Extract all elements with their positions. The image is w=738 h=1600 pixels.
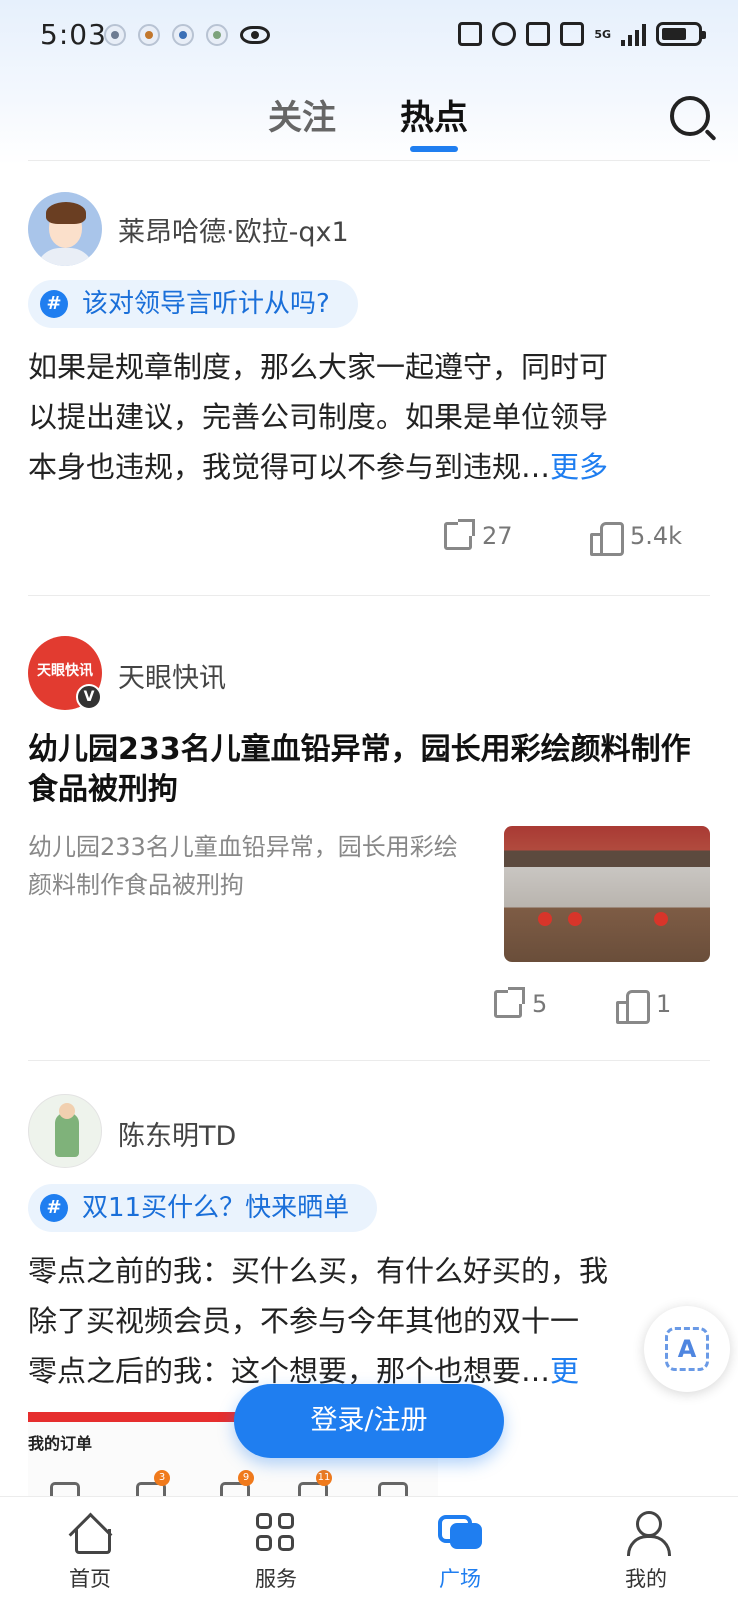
- nfc-icon: [458, 22, 483, 46]
- nav-label: 广场: [439, 1567, 481, 1591]
- login-register-button[interactable]: 登录/注册: [234, 1384, 504, 1458]
- verified-badge: V: [76, 684, 102, 710]
- like-button[interactable]: 5.4k: [590, 522, 683, 556]
- divider: [28, 160, 710, 161]
- notification-icons: [104, 24, 270, 46]
- share-button[interactable]: 27: [444, 519, 513, 550]
- status-bar: 5:03 5G: [0, 0, 738, 74]
- app-notification-icon: [104, 24, 126, 46]
- share-count: 5: [532, 990, 548, 1018]
- topic-label: 双11买什么？快来晒单: [82, 1193, 350, 1223]
- share-count: 27: [482, 522, 513, 550]
- bluetooth-icon: [526, 22, 551, 46]
- post-author[interactable]: 天眼快讯: [118, 656, 226, 695]
- post-text-tail: 本身也违规，我觉得可以不参与到违规…: [28, 450, 551, 484]
- more-link[interactable]: 更多: [550, 450, 608, 484]
- order-badge: 9: [238, 1470, 254, 1486]
- avatar-logo-text: 天眼快讯: [37, 663, 93, 679]
- thumbs-up-icon: [590, 522, 624, 556]
- avatar[interactable]: [28, 192, 102, 266]
- active-tab-indicator: [410, 146, 458, 152]
- nav-item-home[interactable]: 首页: [30, 1497, 150, 1600]
- nav-label: 首页: [69, 1567, 111, 1591]
- feed-tabs: 关注 热点: [0, 90, 738, 152]
- post-text-tail: 零点之后的我：这个想要，那个也想要…: [28, 1354, 551, 1388]
- post-text-line: 如果是规章制度，那么大家一起遵守，同时可: [28, 350, 609, 384]
- order-title: 我的订单: [28, 1434, 93, 1453]
- avatar[interactable]: [28, 1094, 102, 1168]
- nav-label: 我的: [625, 1567, 667, 1591]
- mute-icon: [560, 22, 585, 46]
- post-author[interactable]: 陈东明TD: [118, 1114, 236, 1153]
- scan-text-icon: A: [665, 1327, 709, 1371]
- nav-item-me[interactable]: 我的: [586, 1497, 706, 1600]
- tab-follow[interactable]: 关注: [268, 90, 336, 139]
- grid-icon: [256, 1513, 296, 1553]
- like-count: 5.4k: [630, 522, 683, 550]
- app-notification-icon: [172, 24, 194, 46]
- search-icon[interactable]: [670, 96, 710, 136]
- home-icon: [70, 1513, 111, 1554]
- status-time: 5:03: [40, 18, 107, 51]
- divider: [28, 595, 710, 596]
- app-notification-icon: [138, 24, 160, 46]
- nav-item-services[interactable]: 服务: [216, 1497, 336, 1600]
- post-text-line: 以提出建议，完善公司制度。如果是单位领导: [28, 400, 609, 434]
- post-author[interactable]: 莱昂哈德·欧拉-qx1: [118, 210, 349, 249]
- bottom-nav: 首页 服务 广场 我的: [0, 1496, 738, 1600]
- system-icons: 5G: [458, 22, 706, 46]
- nav-label: 服务: [255, 1567, 297, 1591]
- post-text[interactable]: 零点之前的我：买什么买，有什么好买的，我 除了买视频会员，不参与今年其他的双十一…: [28, 1246, 678, 1396]
- share-icon: [494, 987, 525, 1018]
- text-scan-button[interactable]: A: [644, 1306, 730, 1392]
- news-headline[interactable]: 幼儿园233名儿童血铅异常，园长用彩绘颜料制作食品被刑拘: [28, 730, 708, 810]
- alarm-icon: [492, 22, 517, 46]
- order-badge: 3: [154, 1470, 170, 1486]
- topic-tag[interactable]: # 双11买什么？快来晒单: [28, 1184, 378, 1232]
- topic-label: 该对领导言听计从吗?: [82, 289, 330, 319]
- thumbs-up-icon: [616, 990, 650, 1024]
- signal-icon: [621, 22, 646, 46]
- chat-icon: [438, 1511, 482, 1553]
- divider: [28, 1060, 710, 1061]
- like-count: 1: [656, 990, 672, 1018]
- news-thumbnail[interactable]: [504, 826, 710, 962]
- user-icon: [626, 1511, 671, 1556]
- nav-item-square[interactable]: 广场: [400, 1497, 520, 1600]
- topic-tag[interactable]: # 该对领导言听计从吗?: [28, 280, 358, 328]
- share-icon: [444, 519, 475, 550]
- share-button[interactable]: 5: [494, 987, 548, 1018]
- order-badge: 11: [316, 1470, 332, 1486]
- app-notification-icon: [206, 24, 228, 46]
- post-text-line: 除了买视频会员，不参与今年其他的双十一: [28, 1304, 580, 1338]
- news-summary[interactable]: 幼儿园233名儿童血铅异常，园长用彩绘颜料制作食品被刑拘: [28, 828, 458, 904]
- hashtag-icon: #: [40, 290, 68, 318]
- like-button[interactable]: 1: [616, 990, 672, 1024]
- battery-icon: [656, 22, 706, 46]
- tab-hot[interactable]: 热点: [400, 90, 468, 139]
- eye-icon: [240, 26, 270, 44]
- network-type-label: 5G: [594, 27, 611, 41]
- more-link[interactable]: 更: [550, 1354, 579, 1388]
- post-text[interactable]: 如果是规章制度，那么大家一起遵守，同时可 以提出建议，完善公司制度。如果是单位领…: [28, 342, 678, 492]
- hashtag-icon: #: [40, 1194, 68, 1222]
- post-text-line: 零点之前的我：买什么买，有什么好买的，我: [28, 1254, 609, 1288]
- post-text-line: 本身也违规，我觉得可以不参与到违规…更多: [28, 442, 678, 492]
